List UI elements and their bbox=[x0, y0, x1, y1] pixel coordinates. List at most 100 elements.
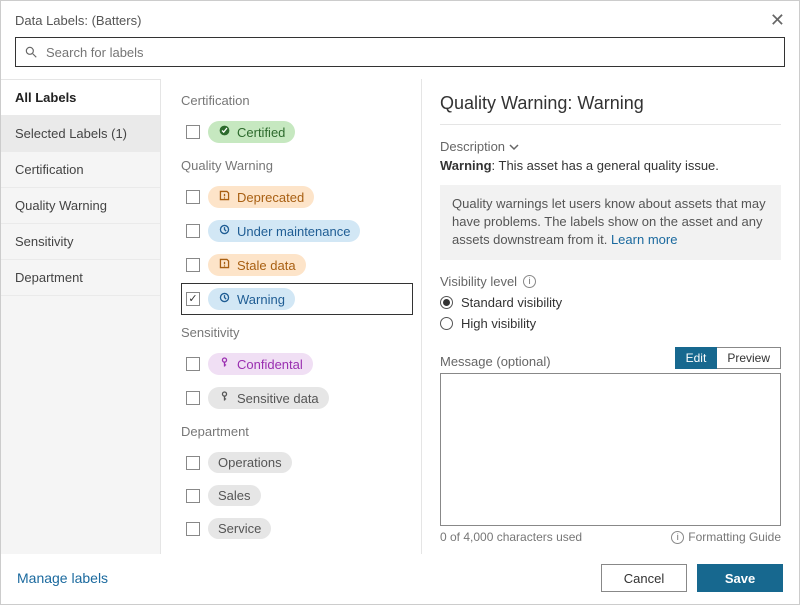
detail-heading: Quality Warning: Warning bbox=[440, 93, 781, 125]
label-row[interactable]: Operations bbox=[181, 447, 413, 478]
visibility-option-label: Standard visibility bbox=[461, 295, 562, 310]
tab-edit[interactable]: Edit bbox=[675, 347, 718, 369]
learn-more-link[interactable]: Learn more bbox=[611, 232, 677, 247]
warn-icon bbox=[218, 257, 231, 273]
label-row[interactable]: Under maintenance bbox=[181, 215, 413, 247]
label-row[interactable]: Deprecated bbox=[181, 181, 413, 213]
label-row[interactable]: Sales bbox=[181, 480, 413, 511]
tab-preview[interactable]: Preview bbox=[717, 347, 781, 369]
sidebar-item-dept[interactable]: Department bbox=[1, 260, 160, 296]
chevron-down-icon bbox=[509, 142, 519, 152]
label-checkbox[interactable] bbox=[186, 125, 200, 139]
label-checkbox[interactable] bbox=[186, 357, 200, 371]
label-checkbox[interactable] bbox=[186, 456, 200, 470]
dialog-body: All LabelsSelected Labels (1)Certificati… bbox=[1, 79, 799, 554]
visibility-option[interactable]: Standard visibility bbox=[440, 295, 781, 310]
label-checkbox[interactable] bbox=[186, 489, 200, 503]
wrench-icon bbox=[218, 291, 231, 307]
dialog-title: Data Labels: (Batters) bbox=[15, 13, 141, 28]
info-box: Quality warnings let users know about as… bbox=[440, 185, 781, 260]
label-text: Deprecated bbox=[237, 190, 304, 205]
label-text: Stale data bbox=[237, 258, 296, 273]
info-text: Quality warnings let users know about as… bbox=[452, 196, 766, 247]
label-pill: Stale data bbox=[208, 254, 306, 276]
close-icon[interactable]: ✕ bbox=[770, 11, 785, 29]
sidebar-item-qw[interactable]: Quality Warning bbox=[1, 188, 160, 224]
labels-list: Certification Certified Quality Warning Dep… bbox=[161, 79, 421, 554]
key-icon bbox=[218, 390, 231, 406]
label-text: Confidental bbox=[237, 357, 303, 372]
label-row[interactable]: Sensitive data bbox=[181, 382, 413, 414]
message-footer: 0 of 4,000 characters used i Formatting … bbox=[440, 530, 781, 544]
radio-button[interactable] bbox=[440, 296, 453, 309]
description-rest: : This asset has a general quality issue… bbox=[492, 158, 719, 173]
visibility-label: Visibility level bbox=[440, 274, 517, 289]
label-text: Under maintenance bbox=[237, 224, 350, 239]
description-toggle[interactable]: Description bbox=[440, 139, 781, 154]
message-header-row: Message (optional) Edit Preview bbox=[440, 347, 781, 369]
formatting-guide-label: Formatting Guide bbox=[688, 530, 781, 544]
category-heading: Department bbox=[181, 424, 413, 439]
key-icon bbox=[218, 356, 231, 372]
description-text: Warning: This asset has a general qualit… bbox=[440, 158, 781, 173]
description-section: Description Warning: This asset has a ge… bbox=[440, 139, 781, 173]
search-row bbox=[1, 37, 799, 79]
detail-panel: Quality Warning: Warning Description War… bbox=[421, 79, 799, 554]
label-pill: Operations bbox=[208, 452, 292, 473]
label-checkbox[interactable] bbox=[186, 522, 200, 536]
label-pill: Deprecated bbox=[208, 186, 314, 208]
label-row[interactable]: Warning bbox=[181, 283, 413, 315]
label-pill: Confidental bbox=[208, 353, 313, 375]
message-label: Message (optional) bbox=[440, 354, 551, 369]
label-row[interactable]: Service bbox=[181, 513, 413, 544]
category-heading: Certification bbox=[181, 93, 413, 108]
label-row[interactable]: Confidental bbox=[181, 348, 413, 380]
visibility-option[interactable]: High visibility bbox=[440, 316, 781, 331]
info-icon[interactable]: i bbox=[523, 275, 536, 288]
save-button[interactable]: Save bbox=[697, 564, 783, 592]
dialog-footer: Manage labels Cancel Save bbox=[1, 554, 799, 604]
titlebar: Data Labels: (Batters) ✕ bbox=[1, 1, 799, 37]
check-badge-icon bbox=[218, 124, 231, 140]
radio-button[interactable] bbox=[440, 317, 453, 330]
search-box[interactable] bbox=[15, 37, 785, 67]
label-pill: Certified bbox=[208, 121, 295, 143]
sidebar-item-selected[interactable]: Selected Labels (1) bbox=[1, 116, 160, 152]
info-icon: i bbox=[671, 531, 684, 544]
sidebar-item-cert[interactable]: Certification bbox=[1, 152, 160, 188]
sidebar-item-all[interactable]: All Labels bbox=[1, 79, 160, 116]
label-text: Certified bbox=[237, 125, 285, 140]
formatting-guide-link[interactable]: i Formatting Guide bbox=[671, 530, 781, 544]
label-row[interactable]: Certified bbox=[181, 116, 413, 148]
description-bold: Warning bbox=[440, 158, 492, 173]
wrench-icon bbox=[218, 223, 231, 239]
message-tabs: Edit Preview bbox=[675, 347, 781, 369]
label-checkbox[interactable] bbox=[186, 224, 200, 238]
category-heading: Quality Warning bbox=[181, 158, 413, 173]
visibility-section: Visibility level i Standard visibility Hi… bbox=[440, 274, 781, 331]
cancel-button[interactable]: Cancel bbox=[601, 564, 687, 592]
label-checkbox[interactable] bbox=[186, 292, 200, 306]
label-checkbox[interactable] bbox=[186, 190, 200, 204]
search-icon bbox=[24, 45, 38, 59]
label-checkbox[interactable] bbox=[186, 391, 200, 405]
category-sidebar: All LabelsSelected Labels (1)Certificati… bbox=[1, 79, 161, 554]
label-text: Sensitive data bbox=[237, 391, 319, 406]
label-pill: Sensitive data bbox=[208, 387, 329, 409]
label-pill: Under maintenance bbox=[208, 220, 360, 242]
visibility-option-label: High visibility bbox=[461, 316, 536, 331]
char-counter: 0 of 4,000 characters used bbox=[440, 530, 582, 544]
label-text: Sales bbox=[218, 488, 251, 503]
manage-labels-link[interactable]: Manage labels bbox=[17, 570, 108, 586]
warn-icon bbox=[218, 189, 231, 205]
label-row[interactable]: Stale data bbox=[181, 249, 413, 281]
label-text: Operations bbox=[218, 455, 282, 470]
label-checkbox[interactable] bbox=[186, 258, 200, 272]
label-text: Warning bbox=[237, 292, 285, 307]
message-textarea[interactable] bbox=[440, 373, 781, 526]
search-input[interactable] bbox=[46, 45, 776, 60]
category-heading: Sensitivity bbox=[181, 325, 413, 340]
footer-buttons: Cancel Save bbox=[601, 564, 783, 592]
description-label: Description bbox=[440, 139, 505, 154]
sidebar-item-sens[interactable]: Sensitivity bbox=[1, 224, 160, 260]
